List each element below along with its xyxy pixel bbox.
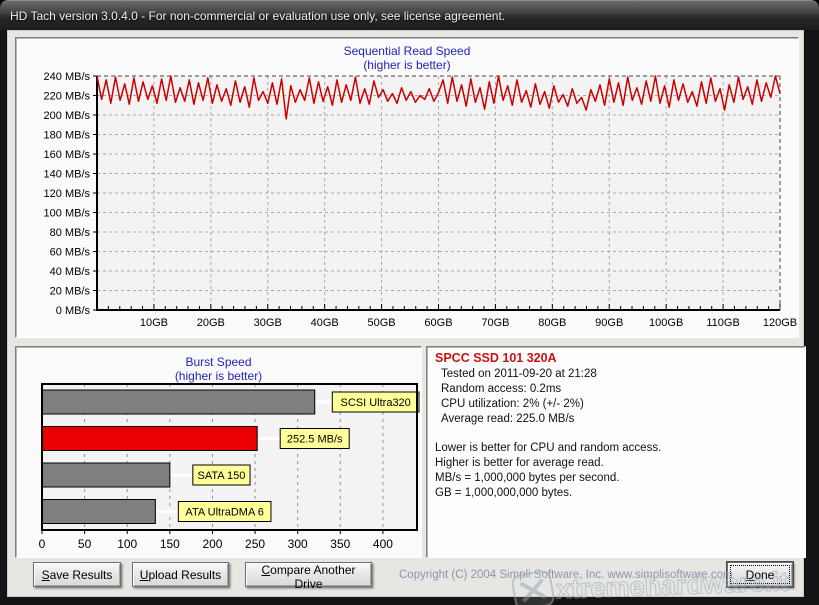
svg-text:350: 350 (330, 537, 350, 551)
window-title: HD Tach version 3.0.4.0 - For non-commer… (10, 9, 505, 23)
svg-text:250: 250 (245, 537, 265, 551)
svg-text:10GB: 10GB (140, 317, 168, 329)
svg-text:0: 0 (39, 537, 46, 551)
done-button[interactable]: Done (727, 562, 793, 587)
svg-text:40GB: 40GB (311, 317, 339, 329)
results-info-panel: SPCC SSD 101 320A Tested on 2011-09-20 a… (426, 346, 806, 558)
average-read-line: Average read: 225.0 MB/s (441, 413, 574, 425)
copyright-text: Copyright (C) 2004 Simpli Software, Inc.… (399, 569, 729, 581)
drive-name: SPCC SSD 101 320A (435, 351, 557, 365)
compare-another-drive-button[interactable]: Compare Another Drive (245, 562, 372, 587)
client-area: Sequential Read Speed (higher is better)… (7, 30, 804, 597)
burst-speed-panel: Burst Speed (higher is better) 050100150… (15, 346, 422, 558)
tested-on-line: Tested on 2011-09-20 at 21:28 (441, 368, 597, 380)
note-gb-definition: GB = 1,000,000,000 bytes. (435, 487, 572, 499)
svg-text:70GB: 70GB (481, 317, 509, 329)
svg-text:SATA 150: SATA 150 (197, 470, 245, 482)
note-mbs-definition: MB/s = 1,000,000 bytes per second. (435, 472, 619, 484)
svg-text:80GB: 80GB (538, 317, 566, 329)
svg-text:120 MB/s: 120 MB/s (44, 188, 91, 200)
svg-text:90GB: 90GB (595, 317, 623, 329)
svg-text:50GB: 50GB (368, 317, 396, 329)
svg-text:30GB: 30GB (254, 317, 282, 329)
svg-text:400: 400 (373, 537, 393, 551)
svg-text:140 MB/s: 140 MB/s (44, 169, 91, 181)
svg-text:220 MB/s: 220 MB/s (44, 91, 91, 103)
watermark-x-icon (521, 580, 546, 602)
svg-text:120GB: 120GB (763, 317, 797, 329)
svg-text:20GB: 20GB (197, 317, 225, 329)
upload-results-button[interactable]: Upload Results (132, 562, 229, 587)
hd-tach-window: HD Tach version 3.0.4.0 - For non-commer… (0, 0, 819, 605)
random-access-line: Random access: 0.2ms (441, 383, 561, 395)
svg-text:200 MB/s: 200 MB/s (44, 110, 91, 122)
svg-text:160 MB/s: 160 MB/s (44, 149, 91, 161)
note-higher-better: Higher is better for average read. (435, 457, 604, 469)
svg-text:100 MB/s: 100 MB/s (44, 208, 91, 220)
svg-text:SCSI Ultra320: SCSI Ultra320 (340, 397, 410, 409)
svg-text:100GB: 100GB (649, 317, 683, 329)
svg-text:80 MB/s: 80 MB/s (50, 227, 91, 239)
svg-text:180 MB/s: 180 MB/s (44, 130, 91, 142)
sequential-read-chart: 0 MB/s 20 MB/s 40 MB/s 60 MB/s 80 MB/s 100 MB… (16, 38, 800, 339)
svg-text:40 MB/s: 40 MB/s (50, 266, 91, 278)
svg-text:200: 200 (202, 537, 222, 551)
svg-text:150: 150 (160, 537, 180, 551)
svg-text:100: 100 (117, 537, 137, 551)
svg-text:50: 50 (78, 537, 92, 551)
svg-text:240 MB/s: 240 MB/s (44, 71, 91, 83)
sequential-read-panel: Sequential Read Speed (higher is better)… (15, 37, 799, 338)
svg-text:ATA UltraDMA 6: ATA UltraDMA 6 (185, 507, 263, 519)
save-results-button[interactable]: Save Results (33, 562, 121, 587)
svg-text:60 MB/s: 60 MB/s (50, 247, 91, 259)
cpu-utilization-line: CPU utilization: 2% (+/- 2%) (441, 398, 584, 410)
svg-text:110GB: 110GB (706, 317, 739, 329)
svg-text:300: 300 (288, 537, 308, 551)
svg-text:252.5 MB/s: 252.5 MB/s (287, 434, 343, 446)
note-lower-better: Lower is better for CPU and random acces… (435, 442, 661, 454)
title-bar[interactable]: HD Tach version 3.0.4.0 - For non-commer… (0, 0, 819, 30)
svg-text:60GB: 60GB (424, 317, 452, 329)
svg-text:0 MB/s: 0 MB/s (56, 305, 91, 317)
svg-text:20 MB/s: 20 MB/s (50, 286, 91, 298)
burst-speed-chart: 0 50 100 150 200 250 300 350 400 SCSI Ultra320 252… (16, 347, 423, 559)
